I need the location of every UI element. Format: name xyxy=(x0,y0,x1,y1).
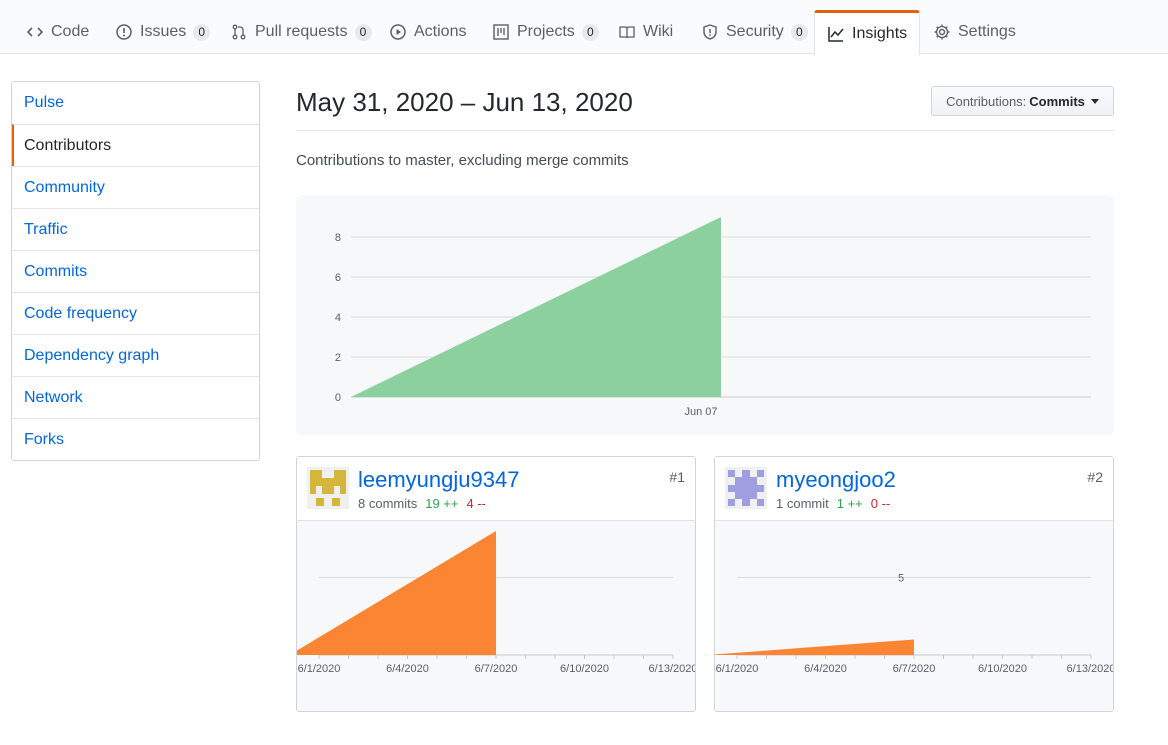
tab-settings-label: Settings xyxy=(958,23,1016,40)
issue-icon xyxy=(115,23,133,41)
insights-sidebar-menu: Pulse Contributors Community Traffic Com… xyxy=(11,81,260,461)
tab-settings[interactable]: Settings xyxy=(921,10,1028,54)
contributor-card: myeongjoo2 1 commit 1 ++ 0 -- #2 5 6/1/20… xyxy=(714,456,1114,712)
security-count-badge: 0 xyxy=(790,23,808,41)
repo-nav-tabs: Code Issues 0 Pull requests 0 Actions Pr… xyxy=(0,0,1168,55)
contributions-type-select[interactable]: Contributions: Commits xyxy=(931,86,1114,116)
projects-count-badge: 0 xyxy=(581,23,599,41)
x-tick-label: 6/10/2020 xyxy=(978,663,1027,675)
main-contributions-chart: 0 2 4 6 8 Jun 07 xyxy=(335,217,1091,418)
tab-security[interactable]: Security 0 xyxy=(689,10,820,54)
avatar[interactable] xyxy=(725,467,767,509)
main-contributions-graph[interactable]: 0 2 4 6 8 Jun 07 xyxy=(296,195,1114,435)
book-icon xyxy=(618,23,636,41)
tab-issues[interactable]: Issues 0 xyxy=(103,10,222,54)
tab-actions[interactable]: Actions xyxy=(377,10,478,54)
contributor-card: leemyungju9347 8 commits 19 ++ 4 -- #1 6… xyxy=(296,456,696,712)
additions-count: 19 ++ xyxy=(425,496,459,511)
tab-security-label: Security xyxy=(726,23,784,40)
y-tick-label: 8 xyxy=(335,232,341,244)
tab-wiki-label: Wiki xyxy=(643,23,674,40)
play-icon xyxy=(389,23,407,41)
sidebar-item-network[interactable]: Network xyxy=(12,376,259,418)
contributor-stats: 1 commit 1 ++ 0 -- xyxy=(776,496,890,511)
contributor-username-link[interactable]: myeongjoo2 xyxy=(776,467,896,493)
x-tick-label: Jun 07 xyxy=(684,406,717,418)
x-tick-label: 6/7/2020 xyxy=(475,663,518,675)
contributor-username-link[interactable]: leemyungju9347 xyxy=(358,467,519,493)
tab-actions-label: Actions xyxy=(414,23,467,40)
contributor-rank: #2 xyxy=(1087,469,1103,485)
gear-icon xyxy=(933,23,951,41)
select-value: Commits xyxy=(1029,93,1085,109)
x-tick-label: 6/4/2020 xyxy=(804,663,847,675)
sidebar-item-contributors[interactable]: Contributors xyxy=(12,124,259,166)
tab-code[interactable]: Code xyxy=(14,10,101,54)
x-tick-label: 6/10/2020 xyxy=(560,663,609,675)
tab-issues-label: Issues xyxy=(140,23,187,40)
sidebar-item-traffic[interactable]: Traffic xyxy=(12,208,259,250)
x-tick-label: 6/1/2020 xyxy=(298,663,341,675)
x-tick-label: 6/7/2020 xyxy=(893,663,936,675)
sidebar-item-pulse[interactable]: Pulse xyxy=(12,82,259,124)
x-tick-label: 6/1/2020 xyxy=(716,663,759,675)
sidebar-item-community[interactable]: Community xyxy=(12,166,259,208)
tab-insights-label: Insights xyxy=(852,25,908,42)
main-commits-area xyxy=(351,217,721,397)
tab-projects-label: Projects xyxy=(517,23,575,40)
project-icon xyxy=(492,23,510,41)
select-label: Contributions: xyxy=(946,93,1027,109)
contributor-stats: 8 commits 19 ++ 4 -- xyxy=(358,496,486,511)
deletions-count: 4 -- xyxy=(466,496,487,511)
additions-count: 1 ++ xyxy=(836,496,863,511)
graph-icon xyxy=(827,25,845,43)
x-tick-label: 6/13/2020 xyxy=(649,663,695,675)
header-divider xyxy=(296,130,1114,131)
contributor-commits-area xyxy=(297,531,496,655)
contributor-graph[interactable]: 5 6/1/2020 6/4/2020 6/7/2020 6/10/2020 6/13/2… xyxy=(715,521,1113,711)
sidebar-item-code-frequency[interactable]: Code frequency xyxy=(12,292,259,334)
contributor-commits-area xyxy=(715,639,914,655)
sidebar-item-commits[interactable]: Commits xyxy=(12,250,259,292)
tab-code-label: Code xyxy=(51,23,90,40)
graph-subtitle: Contributions to master, excluding merge… xyxy=(296,152,629,169)
caret-down-icon xyxy=(1090,98,1099,104)
pull-requests-count-badge: 0 xyxy=(354,23,372,41)
contributor-card-header: leemyungju9347 8 commits 19 ++ 4 -- #1 xyxy=(297,457,695,521)
deletions-count: 0 -- xyxy=(870,496,891,511)
shield-icon xyxy=(701,23,719,41)
tab-wiki[interactable]: Wiki xyxy=(606,10,685,54)
contributor-card-header: myeongjoo2 1 commit 1 ++ 0 -- #2 xyxy=(715,457,1113,521)
y-tick-label: 4 xyxy=(335,312,341,324)
contributor-rank: #1 xyxy=(669,469,685,485)
tab-insights[interactable]: Insights xyxy=(814,10,921,55)
tab-pull-requests-label: Pull requests xyxy=(255,23,348,40)
x-tick-label: 6/13/2020 xyxy=(1067,663,1113,675)
y-tick-label: 2 xyxy=(335,352,341,364)
sidebar-item-dependency-graph[interactable]: Dependency graph xyxy=(12,334,259,376)
contributor-chart: 5 6/1/2020 6/4/2020 6/7/2020 6/10/2020 6/13/2… xyxy=(715,573,1113,675)
y-tick-label: 0 xyxy=(335,392,341,404)
pull-request-icon xyxy=(230,23,248,41)
x-tick-label: 6/4/2020 xyxy=(386,663,429,675)
commit-count[interactable]: 8 commits xyxy=(358,496,417,511)
tab-projects[interactable]: Projects 0 xyxy=(480,10,611,54)
y-tick-label: 6 xyxy=(335,272,341,284)
tab-pull-requests[interactable]: Pull requests 0 xyxy=(218,10,384,54)
y-tick-label: 5 xyxy=(898,573,904,585)
avatar[interactable] xyxy=(307,467,349,509)
sidebar-item-forks[interactable]: Forks xyxy=(12,418,259,460)
code-icon xyxy=(26,23,44,41)
contributor-graph[interactable]: 6/1/2020 6/4/2020 6/7/2020 6/10/2020 6/13/20… xyxy=(297,521,695,711)
date-range-title: May 31, 2020 – Jun 13, 2020 xyxy=(296,87,633,117)
issues-count-badge: 0 xyxy=(193,23,211,41)
commit-count[interactable]: 1 commit xyxy=(776,496,829,511)
contributor-chart: 6/1/2020 6/4/2020 6/7/2020 6/10/2020 6/13/20… xyxy=(297,531,695,675)
